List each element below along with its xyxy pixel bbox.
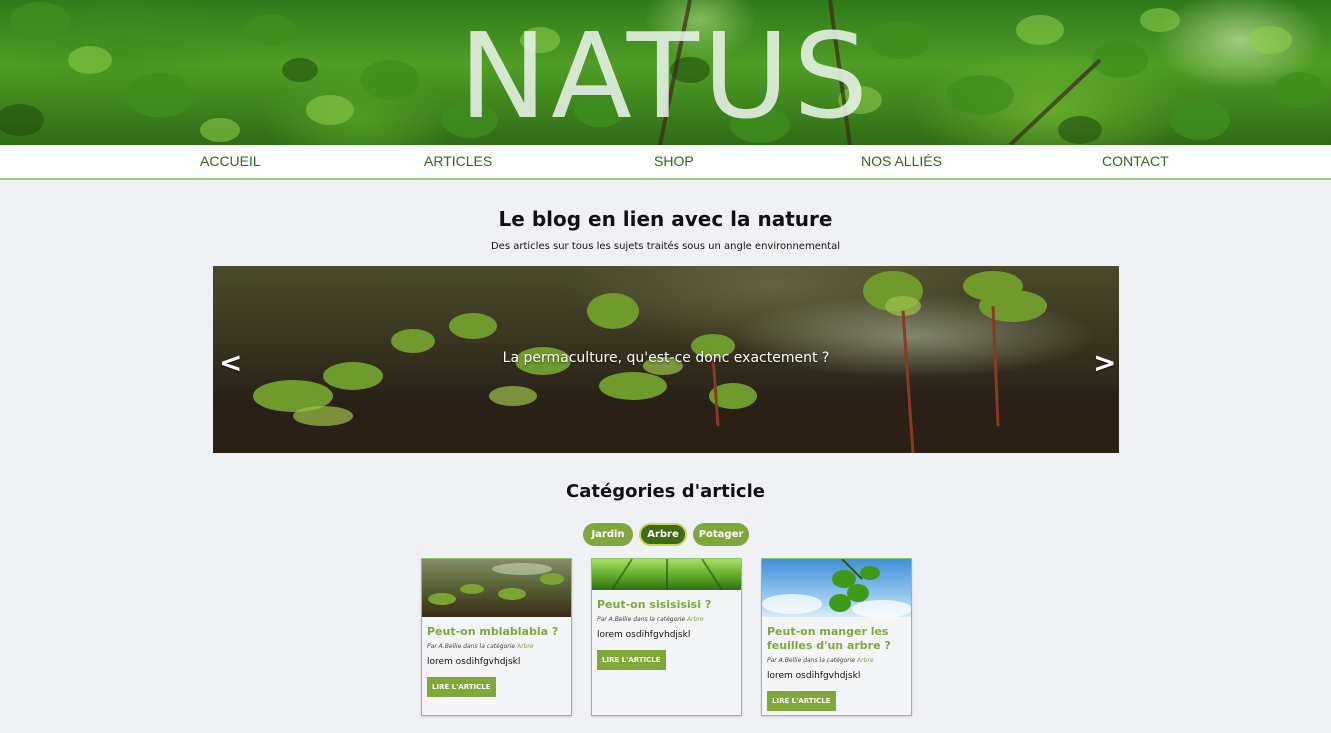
article-excerpt: lorem osdihfgvhdjskl — [767, 671, 861, 681]
article-card[interactable]: Peut-on sisisisisi ? Par A.Bellie dans l… — [591, 558, 742, 716]
read-article-button[interactable]: LIRE L'ARTICLE — [767, 691, 836, 711]
article-title[interactable]: Peut-on manger les feuilles d'un arbre ? — [767, 625, 907, 653]
main-nav: ACCUEIL ARTICLES SHOP NOS ALLIÉS CONTACT — [0, 145, 1331, 180]
blog-subtitle: Des articles sur tous les sujets traités… — [490, 241, 841, 252]
article-image[interactable] — [422, 559, 571, 617]
article-category-link[interactable]: Arbre — [517, 643, 534, 650]
carousel-caption[interactable]: La permaculture, qu'est-ce donc exacteme… — [213, 350, 1119, 366]
article-meta: Par A.Bellie dans la catégorie Arbre — [597, 616, 704, 623]
site-logo-title[interactable]: NATUS — [0, 6, 1331, 145]
article-category-link[interactable]: Arbre — [687, 616, 704, 623]
nav-item-shop[interactable]: SHOP — [654, 145, 694, 178]
article-title[interactable]: Peut-on mblablabla ? — [427, 625, 567, 639]
category-filter-jardin[interactable]: Jardin — [583, 523, 633, 546]
article-author: Par A.Bellie dans la catégorie — [767, 657, 856, 664]
article-excerpt: lorem osdihfgvhdjskl — [427, 657, 521, 667]
header-banner: NATUS — [0, 0, 1331, 145]
nav-item-articles[interactable]: ARTICLES — [424, 145, 492, 178]
article-image[interactable] — [592, 559, 741, 590]
article-category-link[interactable]: Arbre — [857, 657, 874, 664]
carousel-next-button[interactable]: > — [1093, 346, 1116, 380]
article-meta: Par A.Bellie dans la catégorie Arbre — [767, 657, 874, 664]
nav-item-contact[interactable]: CONTACT — [1102, 145, 1169, 178]
article-author: Par A.Bellie dans la catégorie — [427, 643, 516, 650]
article-excerpt: lorem osdihfgvhdjskl — [597, 630, 691, 640]
blog-title: Le blog en lien avec la nature — [498, 207, 833, 231]
article-card[interactable]: Peut-on manger les feuilles d'un arbre ?… — [761, 558, 912, 716]
category-filter-arbre[interactable]: Arbre — [639, 523, 687, 546]
read-article-button[interactable]: LIRE L'ARTICLE — [427, 677, 496, 697]
read-article-button[interactable]: LIRE L'ARTICLE — [597, 650, 666, 670]
featured-carousel[interactable]: < La permaculture, qu'est-ce donc exacte… — [213, 266, 1119, 453]
category-filter-potager[interactable]: Potager — [693, 523, 749, 546]
article-meta: Par A.Bellie dans la catégorie Arbre — [427, 643, 534, 650]
categories-title: Catégories d'article — [566, 481, 765, 502]
nav-item-accueil[interactable]: ACCUEIL — [200, 145, 261, 178]
article-author: Par A.Bellie dans la catégorie — [597, 616, 686, 623]
article-image[interactable] — [762, 559, 911, 617]
article-card[interactable]: Peut-on mblablabla ? Par A.Bellie dans l… — [421, 558, 572, 716]
nav-item-nos-allies[interactable]: NOS ALLIÉS — [861, 145, 942, 178]
article-title[interactable]: Peut-on sisisisisi ? — [597, 598, 737, 612]
